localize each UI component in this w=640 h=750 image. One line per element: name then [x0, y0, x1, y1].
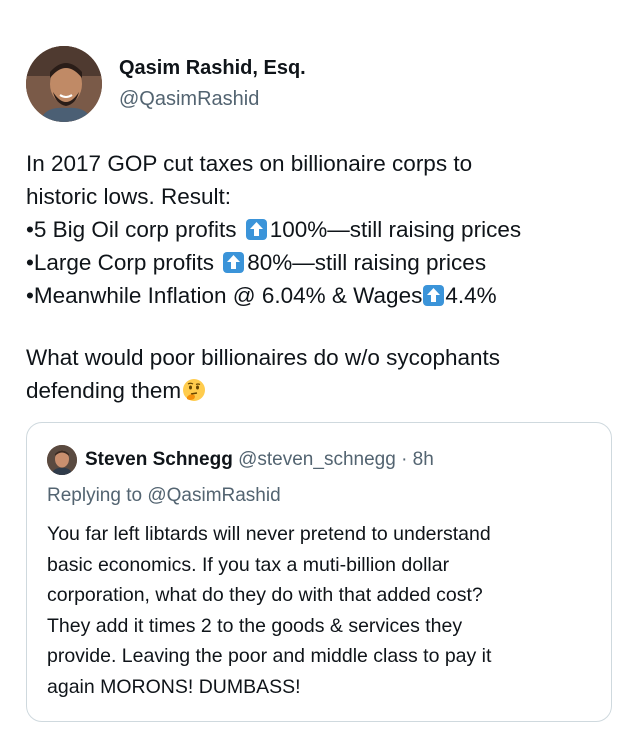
tweet-line: What would poor billionaires do w/o syco… — [26, 345, 501, 370]
bullet-text: •Large Corp profits — [26, 250, 214, 275]
author-handle[interactable]: @QasimRashid — [119, 87, 306, 111]
quoted-line: provide. Leaving the poor and middle cla… — [47, 645, 492, 667]
bullet-text: 4.4% — [445, 283, 497, 308]
tweet-line: historic lows. Result: — [26, 184, 232, 209]
quoted-author-avatar[interactable] — [47, 445, 77, 475]
tweet-line-text: defending them — [26, 378, 182, 403]
quoted-line: You far left libtards will never pretend… — [47, 523, 491, 545]
thinking-face-icon — [182, 378, 206, 402]
up-arrow-icon — [423, 285, 445, 306]
tweet: Qasim Rashid, Esq. @QasimRashid In 2017 … — [0, 0, 640, 750]
quoted-tweet[interactable]: Steven Schnegg @steven_schnegg · 8h Repl… — [26, 422, 612, 722]
author-avatar[interactable] — [26, 46, 102, 122]
quoted-author-name[interactable]: Steven Schnegg — [85, 449, 233, 470]
quoted-text: You far left libtards will never pretend… — [47, 519, 597, 702]
author-names: Qasim Rashid, Esq. @QasimRashid — [119, 56, 306, 111]
tweet-line: In 2017 GOP cut taxes on billionaire cor… — [26, 151, 473, 176]
quoted-timestamp[interactable]: 8h — [413, 449, 434, 470]
quoted-line: basic economics. If you tax a muti-billi… — [47, 553, 450, 576]
tweet-bullet: •Meanwhile Inflation @ 6.04% & Wages 4.4% — [26, 279, 626, 312]
author-display-name[interactable]: Qasim Rashid, Esq. — [119, 56, 306, 80]
up-arrow-icon — [245, 219, 267, 240]
quoted-line: corporation, what do they do with that a… — [47, 584, 483, 606]
bullet-text: •Meanwhile Inflation @ 6.04% & Wages — [26, 283, 423, 308]
tweet-bullet: •5 Big Oil corp profits 100%—still raisi… — [26, 213, 626, 246]
replying-to: Replying to @QasimRashid — [47, 485, 281, 506]
quoted-header: Steven Schnegg @steven_schnegg · 8h — [85, 447, 434, 473]
quoted-line: They add it times 2 to the goods & servi… — [47, 614, 463, 637]
separator-dot: · — [401, 449, 408, 470]
tweet-bullet: •Large Corp profits 80%—still raising pr… — [26, 246, 626, 279]
bullet-text: •5 Big Oil corp profits — [26, 217, 237, 242]
up-arrow-icon — [223, 252, 245, 273]
tweet-header: Qasim Rashid, Esq. @QasimRashid — [26, 46, 606, 126]
bullet-text: 100%—still raising prices — [269, 217, 522, 242]
bullet-text: 80%—still raising prices — [247, 250, 487, 275]
tweet-text: In 2017 GOP cut taxes on billionaire cor… — [26, 147, 626, 407]
quoted-author-handle[interactable]: @steven_schnegg — [238, 449, 396, 470]
tweet-line: defending them — [26, 374, 626, 407]
quoted-line: again MORONS! DUMBASS! — [47, 675, 301, 698]
